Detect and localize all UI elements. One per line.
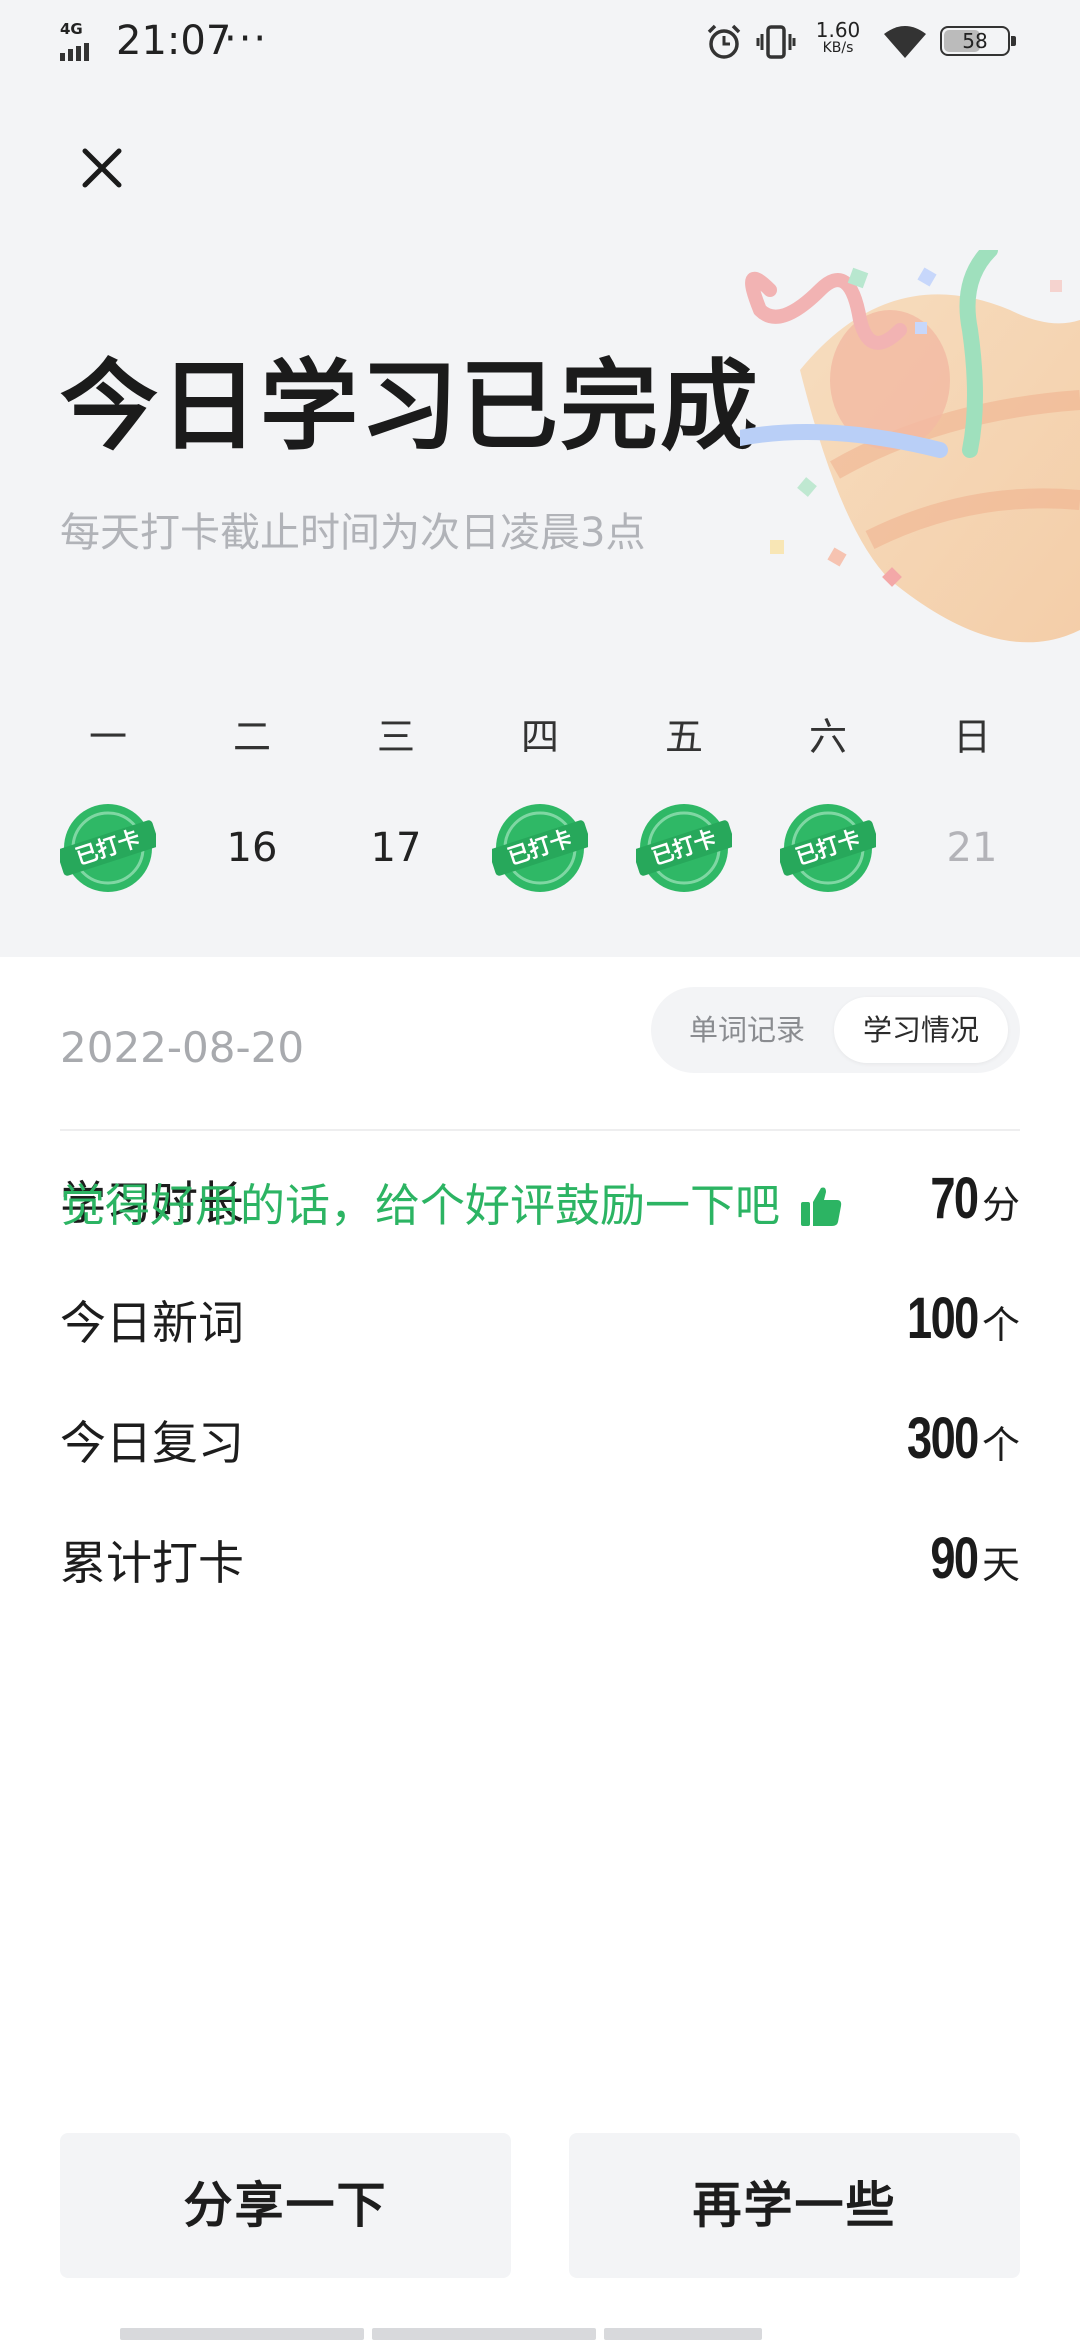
- bottom-edge-bars: [120, 2328, 960, 2340]
- stat-label: 累计打卡: [60, 1536, 244, 1590]
- wifi-icon: [884, 26, 926, 58]
- page-title: 今日学习已完成: [60, 350, 761, 464]
- thumbs-up-icon: [801, 1187, 842, 1226]
- close-icon[interactable]: [72, 138, 132, 198]
- network-type: 4G: [60, 20, 83, 38]
- cellular-signal-icon: 4G: [60, 20, 106, 61]
- weekday-label: 一: [88, 715, 127, 759]
- weekday-label: 三: [376, 715, 415, 759]
- day-date-cell: 16: [180, 800, 324, 896]
- checked-in-stamp: 已打卡: [612, 800, 756, 896]
- divider: [60, 1129, 1020, 1131]
- stat-value: 300 个: [887, 1403, 1020, 1481]
- weekday-label: 五: [664, 715, 703, 759]
- stat-unit: 分: [981, 1183, 1020, 1227]
- stat-row-total-checkins: 累计打卡 90 天: [60, 1523, 1020, 1603]
- share-button[interactable]: 分享一下: [60, 2133, 511, 2278]
- tab-study-status[interactable]: 学习情况: [834, 997, 1008, 1063]
- day-number: 17: [370, 825, 422, 871]
- tab-word-records[interactable]: 单词记录: [667, 997, 827, 1063]
- checked-in-stamp: 已打卡: [36, 800, 180, 896]
- speed-unit: KB/s: [822, 40, 854, 56]
- stat-value: 100 个: [887, 1283, 1020, 1361]
- day-column: 二 16: [180, 700, 324, 900]
- day-date-cell: 21: [900, 800, 1044, 896]
- day-number: 21: [946, 825, 998, 871]
- day-column: 五已打卡: [612, 700, 756, 900]
- stat-value: 90 天: [917, 1523, 1020, 1601]
- day-column: 四已打卡: [468, 700, 612, 900]
- stat-row-new-words: 今日新词 100 个: [60, 1283, 1020, 1363]
- day-column: 日 21: [900, 700, 1044, 900]
- stat-unit: 个: [981, 1303, 1020, 1347]
- checked-in-stamp: 已打卡: [756, 800, 900, 896]
- stat-value: 70 分: [917, 1163, 1020, 1241]
- notification-more-icon: ···: [224, 16, 269, 62]
- deadline-note: 每天打卡截止时间为次日凌晨3点: [60, 510, 646, 556]
- rate-app-text: 觉得好用的话，给个好评鼓励一下吧: [60, 1179, 781, 1232]
- stat-label: 今日复习: [60, 1416, 244, 1470]
- stat-number: 100: [907, 1286, 979, 1351]
- stat-number: 70: [930, 1166, 980, 1231]
- checked-in-badge-icon: 已打卡: [60, 804, 156, 892]
- stat-label: 今日新词: [60, 1296, 244, 1350]
- day-number: 16: [226, 825, 278, 871]
- day-date-cell: 17: [324, 800, 468, 896]
- battery-icon: 58: [940, 26, 1016, 56]
- stat-number: 300: [907, 1406, 979, 1471]
- study-more-button[interactable]: 再学一些: [569, 2133, 1020, 2278]
- status-bar: 4G 21:07 ··· 1.60 KB/s 58: [0, 0, 1080, 80]
- alarm-icon: [707, 24, 741, 59]
- day-column: 三 17: [324, 700, 468, 900]
- network-speed: 1.60 KB/s: [806, 20, 870, 56]
- vibrate-icon: [756, 25, 796, 59]
- weekday-label: 二: [232, 715, 271, 759]
- record-date: 2022-08-20: [60, 1023, 305, 1072]
- hero-section: 4G 21:07 ··· 1.60 KB/s 58 今日学习已完成 每天打卡截止…: [0, 0, 1080, 957]
- status-time: 21:07: [116, 18, 232, 64]
- battery-level: 58: [962, 29, 988, 53]
- checked-in-badge-icon: 已打卡: [492, 804, 588, 892]
- weekly-checkin: 一已打卡二 16 三 17 四已打卡五已打卡六已打卡日 21: [0, 700, 1080, 900]
- stat-row-review: 今日复习 300 个: [60, 1403, 1020, 1483]
- checked-in-badge-icon: 已打卡: [780, 804, 876, 892]
- stat-unit: 个: [981, 1423, 1020, 1467]
- checked-in-stamp: 已打卡: [468, 800, 612, 896]
- day-column: 六已打卡: [756, 700, 900, 900]
- weekday-label: 四: [520, 715, 559, 759]
- day-column: 一已打卡: [36, 700, 180, 900]
- checked-in-badge-icon: 已打卡: [636, 804, 732, 892]
- status-icons: 1.60 KB/s 58: [704, 18, 1020, 64]
- rate-app-link[interactable]: 觉得好用的话，给个好评鼓励一下吧: [60, 1176, 843, 1236]
- stat-number: 90: [930, 1526, 980, 1591]
- party-popper-illustration: [740, 250, 1080, 643]
- weekday-label: 六: [808, 715, 847, 759]
- record-tab-switcher: 单词记录 学习情况: [651, 987, 1020, 1073]
- speed-value: 1.60: [815, 18, 861, 42]
- stat-unit: 天: [981, 1543, 1020, 1587]
- weekday-label: 日: [952, 715, 991, 759]
- study-complete-page: 4G 21:07 ··· 1.60 KB/s 58 今日学习已完成 每天打卡截止…: [0, 0, 1080, 2340]
